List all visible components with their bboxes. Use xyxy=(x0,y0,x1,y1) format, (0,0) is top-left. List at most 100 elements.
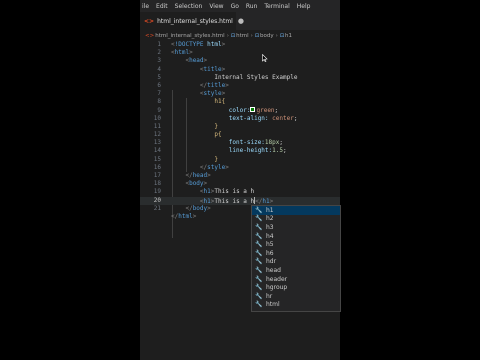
code-token: html xyxy=(203,41,222,48)
tab-label: html_internal_styles.html xyxy=(157,17,233,25)
code-token: html xyxy=(178,212,193,220)
menu-file[interactable]: ile xyxy=(142,3,149,10)
code-line: 2 <html> xyxy=(140,49,340,57)
breadcrumb-h1[interactable]: h1 xyxy=(285,33,292,39)
menu-go[interactable]: Go xyxy=(231,3,239,10)
code-line: 12 p{ xyxy=(140,131,340,139)
code-token: center xyxy=(268,114,294,122)
element-tag-icon: ⊡ xyxy=(230,32,236,39)
suggestion-label: h4 xyxy=(266,232,274,240)
line-number: 20 xyxy=(153,196,161,204)
breadcrumb-file[interactable]: html_internal_styles.html xyxy=(155,33,224,39)
code-token: 18px xyxy=(264,139,280,147)
code-line: 5 Internal Styles Example xyxy=(140,74,340,82)
code-token: } xyxy=(214,122,218,130)
code-line: 7 <style> xyxy=(140,90,340,98)
menu-help[interactable]: Help xyxy=(297,3,311,10)
line-number: 7 xyxy=(157,90,161,98)
chevron-right-icon: › xyxy=(275,32,278,39)
wrench-icon: 🔧 xyxy=(255,301,263,309)
suggestion-item[interactable]: 🔧 head xyxy=(252,266,340,275)
code-token: ; xyxy=(293,114,298,122)
line-number: 11 xyxy=(153,122,161,130)
line-number: 21 xyxy=(153,204,161,212)
suggestion-item[interactable]: 🔧 h4 xyxy=(252,232,340,241)
suggestion-item[interactable]: 🔧 hr xyxy=(252,292,340,301)
menu-view[interactable]: View xyxy=(209,3,223,10)
suggestion-item[interactable]: 🔧 hgroup xyxy=(252,283,340,292)
breadcrumb-body[interactable]: body xyxy=(260,33,274,39)
suggestion-item[interactable]: 🔧 hdr xyxy=(252,258,340,267)
code-token: title xyxy=(207,81,226,89)
code-line-current: 20 <h1>This is a h</h1> xyxy=(140,196,340,205)
code-token: ; xyxy=(283,147,287,155)
line-number: 2 xyxy=(157,49,161,57)
suggestion-label: h1 xyxy=(266,206,274,214)
code-line: 9 color: green; xyxy=(140,107,340,115)
line-number: 1 xyxy=(157,41,161,48)
suggestion-item[interactable]: 🔧 h3 xyxy=(252,223,340,232)
code-token: style xyxy=(203,90,222,98)
code-line: 10 text-align: center; xyxy=(140,115,340,123)
wrench-icon: 🔧 xyxy=(255,206,263,214)
close-icon[interactable]: ● xyxy=(238,17,244,25)
code-line: 13 font-size:18px; xyxy=(140,139,340,147)
code-token: h1{ xyxy=(214,98,226,106)
suggestion-item[interactable]: 🔧 header xyxy=(252,275,340,284)
mouse-cursor-icon xyxy=(262,54,268,62)
code-line: 17 </head> xyxy=(140,172,340,180)
wrench-icon: 🔧 xyxy=(255,275,263,283)
suggestion-item-selected[interactable]: 🔧 h1 xyxy=(252,206,340,215)
suggestion-item[interactable]: 🔧 html xyxy=(252,301,340,310)
code-token: ; xyxy=(274,106,279,114)
tab-html-internal-styles[interactable]: <> html_internal_styles.html ● xyxy=(140,12,244,30)
html-file-icon: <> xyxy=(145,32,155,39)
breadcrumb-html[interactable]: html xyxy=(236,33,249,39)
line-number: 3 xyxy=(157,57,161,65)
line-number: 10 xyxy=(153,114,161,122)
wrench-icon: 🔧 xyxy=(255,249,263,257)
menu-edit[interactable]: Edit xyxy=(156,3,168,10)
code-token: !DOCTYPE xyxy=(174,41,204,48)
code-token: color: xyxy=(228,106,251,114)
line-number: 18 xyxy=(153,180,161,188)
code-token: This is a h xyxy=(214,188,255,196)
menu-run[interactable]: Run xyxy=(246,3,258,10)
menu-selection[interactable]: Selection xyxy=(175,3,203,10)
menu-terminal[interactable]: Terminal xyxy=(264,3,289,10)
code-line: 18 <body> xyxy=(140,180,340,188)
code-token: ; xyxy=(279,139,283,147)
wrench-icon: 🔧 xyxy=(255,232,263,240)
code-token: head xyxy=(192,172,208,179)
suggestion-label: hr xyxy=(266,292,273,300)
code-token: head xyxy=(189,57,204,65)
code-area[interactable]: 1 <!DOCTYPE html> 2 <html> 3 <head> 4 <tit… xyxy=(140,41,340,238)
line-number: 16 xyxy=(153,163,161,171)
code-line: 1 <!DOCTYPE html> xyxy=(140,41,340,49)
element-tag-icon: ⊡ xyxy=(254,32,260,39)
code-token: This is a h xyxy=(214,197,255,205)
suggestion-label: html xyxy=(266,301,280,309)
code-token: h1 xyxy=(203,188,211,196)
suggestion-label: h6 xyxy=(266,249,274,257)
suggestion-label: h3 xyxy=(266,223,274,231)
tab-bar: <> html_internal_styles.html ● xyxy=(140,12,340,30)
line-number: 5 xyxy=(157,73,161,81)
suggestion-item[interactable]: 🔧 h2 xyxy=(252,215,340,224)
color-swatch-icon[interactable] xyxy=(250,107,256,112)
suggestion-item[interactable]: 🔧 h6 xyxy=(252,249,340,258)
code-line: 8 h1{ xyxy=(140,98,340,106)
autocomplete-list: 🔧 h1 🔧 h2 🔧 h3 🔧 h4 🔧 h5 🔧 h6 🔧 hdr 🔧 head 🔧 head… xyxy=(251,205,341,312)
code-line: 15 } xyxy=(140,156,340,164)
code-line: 6 </title> xyxy=(140,82,340,90)
line-number: 14 xyxy=(153,147,161,155)
code-token: title xyxy=(203,65,222,73)
code-token: p{ xyxy=(214,131,222,139)
suggestion-item[interactable]: 🔧 h5 xyxy=(252,240,340,249)
breadcrumb: <> html_internal_styles.html › ⊡ html › … xyxy=(140,30,340,41)
code-token: green xyxy=(256,106,275,114)
wrench-icon: 🔧 xyxy=(255,292,263,300)
menu-bar: ile Edit Selection View Go Run Terminal … xyxy=(140,0,340,12)
html-file-icon: <> xyxy=(144,17,155,25)
code-token: body xyxy=(192,204,208,212)
